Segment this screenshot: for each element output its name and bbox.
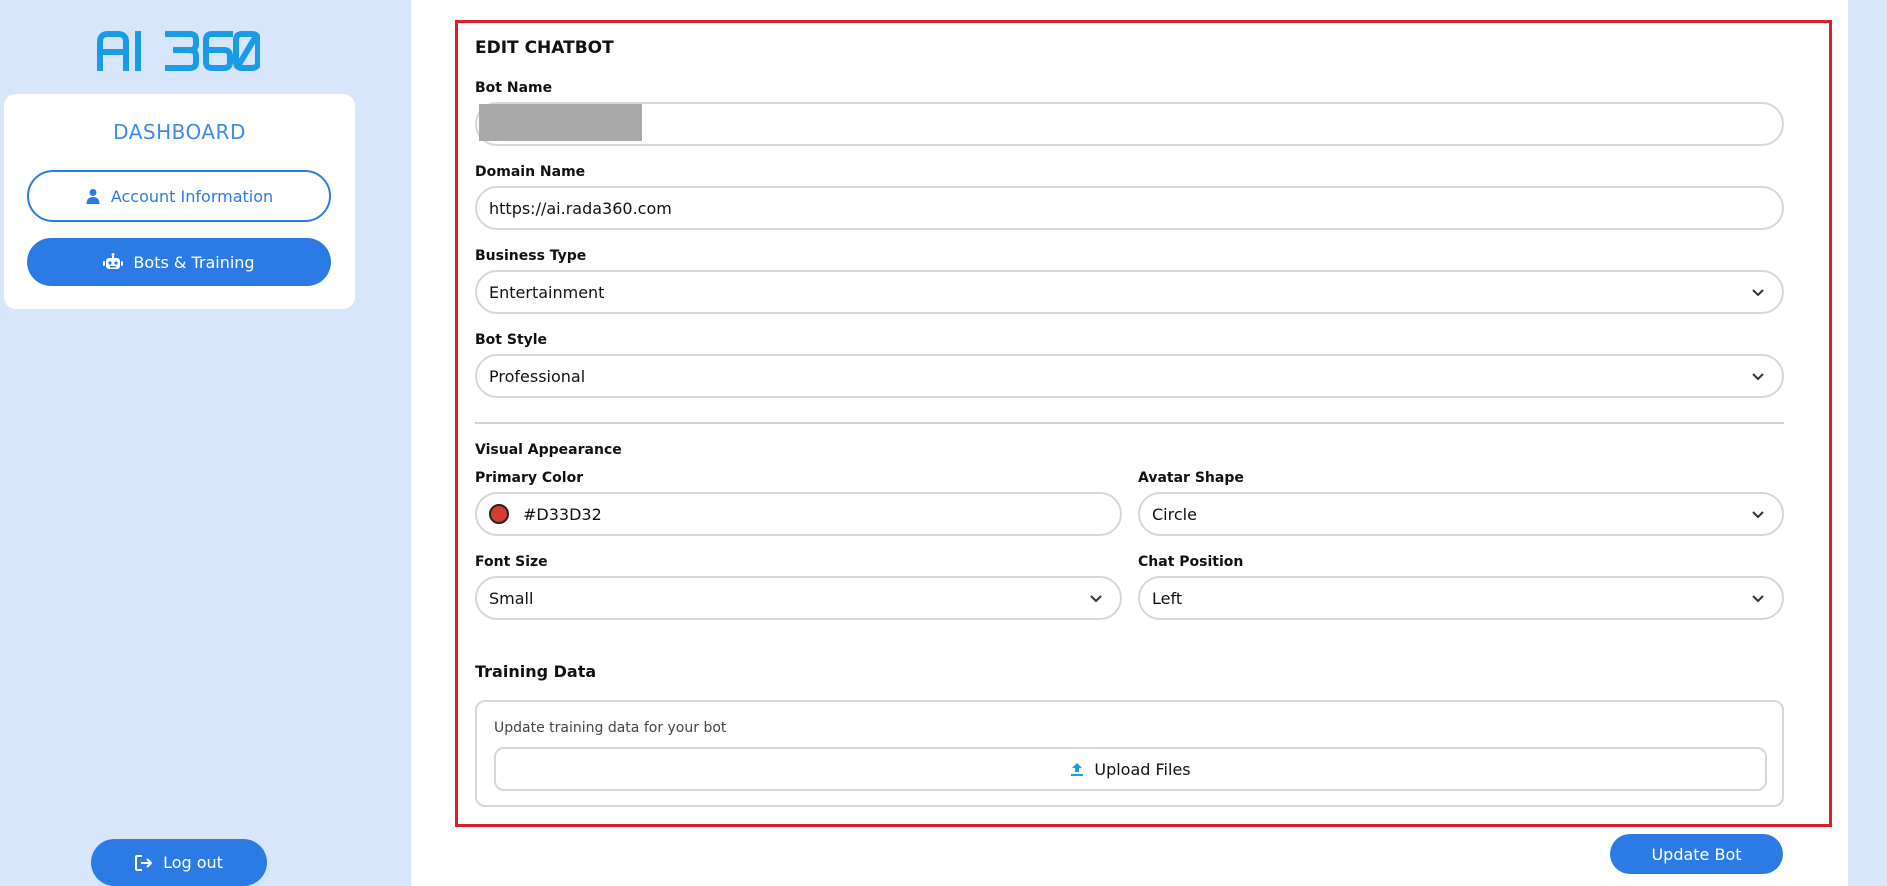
- chat-position-value: Left: [1152, 588, 1183, 608]
- logo: AI 360: [96, 28, 261, 72]
- training-hint: Update training data for your bot: [494, 720, 727, 736]
- bot-style-value: Professional: [489, 366, 586, 386]
- business-type-value: Entertainment: [489, 282, 605, 302]
- dashboard-card: DASHBOARD Account Information Bots & Tra…: [4, 94, 355, 309]
- font-size-label: Font Size: [475, 554, 548, 570]
- logo-text: AI 360: [260, 28, 261, 29]
- chat-position-select[interactable]: Left: [1138, 576, 1784, 620]
- bot-name-label: Bot Name: [475, 80, 553, 96]
- chevron-down-icon: [1752, 373, 1764, 381]
- bot-style-select[interactable]: Professional: [475, 354, 1784, 398]
- robot-icon: [103, 253, 124, 269]
- divider: [475, 422, 1784, 424]
- redacted-block: [479, 104, 642, 141]
- update-bot-button[interactable]: Update Bot: [1610, 834, 1783, 874]
- logout-icon: [135, 854, 153, 871]
- bots-training-button[interactable]: Bots & Training: [27, 238, 331, 286]
- page-title: EDIT CHATBOT: [475, 38, 614, 58]
- domain-name-value: https://ai.rada360.com: [489, 198, 672, 218]
- bot-name-input[interactable]: [475, 102, 1784, 146]
- upload-files-label: Upload Files: [1094, 759, 1191, 779]
- upload-icon: [1071, 763, 1084, 776]
- primary-color-value: #D33D32: [523, 504, 602, 524]
- business-type-label: Business Type: [475, 248, 587, 264]
- primary-color-label: Primary Color: [475, 470, 584, 486]
- training-data-box: Update training data for your bot Upload…: [475, 700, 1784, 807]
- domain-name-label: Domain Name: [475, 164, 586, 180]
- visual-appearance-heading: Visual Appearance: [475, 442, 622, 458]
- domain-name-input[interactable]: https://ai.rada360.com: [475, 186, 1784, 230]
- account-information-button[interactable]: Account Information: [27, 170, 331, 222]
- user-icon: [86, 189, 100, 204]
- font-size-value: Small: [489, 588, 534, 608]
- chevron-down-icon: [1752, 511, 1764, 519]
- bots-training-label: Bots & Training: [133, 252, 255, 272]
- primary-color-input[interactable]: #D33D32: [475, 492, 1122, 536]
- chat-position-label: Chat Position: [1138, 554, 1244, 570]
- chevron-down-icon: [1752, 595, 1764, 603]
- font-size-select[interactable]: Small: [475, 576, 1122, 620]
- chevron-down-icon: [1090, 595, 1102, 603]
- avatar-shape-select[interactable]: Circle: [1138, 492, 1784, 536]
- color-swatch[interactable]: [489, 504, 509, 524]
- avatar-shape-value: Circle: [1152, 504, 1197, 524]
- logout-button[interactable]: Log out: [91, 839, 267, 886]
- dashboard-title: DASHBOARD: [113, 120, 246, 144]
- account-information-label: Account Information: [110, 186, 274, 206]
- business-type-select[interactable]: Entertainment: [475, 270, 1784, 314]
- chevron-down-icon: [1752, 289, 1764, 297]
- avatar-shape-label: Avatar Shape: [1138, 470, 1244, 486]
- logout-label: Log out: [163, 853, 223, 872]
- training-data-heading: Training Data: [475, 662, 597, 681]
- bot-style-label: Bot Style: [475, 332, 548, 348]
- upload-files-button[interactable]: Upload Files: [494, 747, 1767, 791]
- update-bot-label: Update Bot: [1651, 844, 1742, 864]
